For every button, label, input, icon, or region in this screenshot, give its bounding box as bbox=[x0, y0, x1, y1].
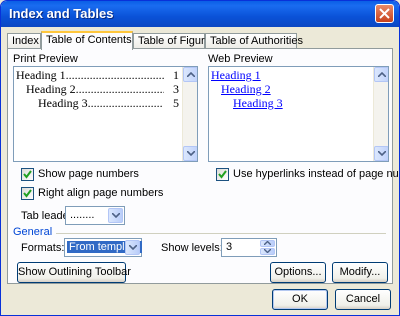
web-preview-link[interactable]: Heading 3 bbox=[233, 96, 283, 111]
spin-down-button[interactable] bbox=[260, 248, 275, 255]
chevron-down-icon bbox=[129, 245, 137, 250]
print-preview-label: Print Preview bbox=[13, 53, 78, 65]
formats-select[interactable]: From template bbox=[64, 238, 142, 257]
close-icon bbox=[379, 8, 390, 19]
print-preview-box: Heading 1...............................… bbox=[13, 66, 198, 162]
checkmark-icon bbox=[23, 189, 32, 198]
close-button[interactable] bbox=[375, 4, 394, 23]
dropdown-button[interactable] bbox=[108, 208, 123, 223]
options-button[interactable]: Options... bbox=[270, 262, 326, 283]
web-preview-link[interactable]: Heading 1 bbox=[211, 68, 261, 83]
show-levels-spinner[interactable]: 3 bbox=[221, 238, 277, 257]
chevron-down-icon bbox=[378, 151, 386, 156]
show-page-numbers-checkbox[interactable] bbox=[21, 168, 34, 181]
print-preview-line: Heading 1...............................… bbox=[16, 68, 179, 82]
chevron-up-icon bbox=[264, 241, 271, 245]
formats-label: Formats: bbox=[21, 242, 65, 254]
chevron-down-icon bbox=[112, 213, 120, 218]
checkmark-icon bbox=[218, 170, 227, 179]
print-preview-scrollbar[interactable] bbox=[182, 67, 197, 161]
title-bar[interactable]: Index and Tables bbox=[1, 1, 399, 27]
web-preview-scrollbar[interactable] bbox=[373, 67, 388, 161]
right-align-label[interactable]: Right align page numbers bbox=[38, 187, 163, 199]
tab-index[interactable]: Index bbox=[7, 33, 41, 49]
checkmark-icon bbox=[23, 170, 32, 179]
tab-leader-select[interactable]: ........ bbox=[65, 206, 125, 225]
web-preview-box: Heading 1 Heading 2 Heading 3 bbox=[208, 66, 389, 162]
tab-table-of-authorities[interactable]: Table of Authorities bbox=[205, 33, 303, 49]
spin-up-button[interactable] bbox=[260, 240, 275, 247]
tab-table-of-figures[interactable]: Table of Figures bbox=[133, 33, 216, 49]
show-page-numbers-label[interactable]: Show page numbers bbox=[38, 168, 139, 180]
dropdown-button[interactable] bbox=[125, 240, 140, 255]
right-align-checkbox[interactable] bbox=[21, 187, 34, 200]
chevron-up-icon bbox=[378, 72, 386, 77]
chevron-down-icon bbox=[187, 151, 195, 156]
chevron-up-icon bbox=[187, 72, 195, 77]
web-preview-link[interactable]: Heading 2 bbox=[221, 82, 271, 97]
dialog-title: Index and Tables bbox=[9, 6, 114, 21]
general-group-label: General bbox=[13, 226, 53, 238]
tab-table-of-contents[interactable]: Table of Contents bbox=[41, 31, 133, 50]
scroll-up-button[interactable] bbox=[183, 67, 197, 82]
scroll-down-button[interactable] bbox=[183, 146, 197, 161]
show-outlining-toolbar-button[interactable]: Show Outlining Toolbar bbox=[17, 262, 131, 283]
group-divider bbox=[56, 233, 386, 234]
modify-button[interactable]: Modify... bbox=[332, 262, 388, 283]
ok-button[interactable]: OK bbox=[272, 289, 328, 310]
web-preview-label: Web Preview bbox=[208, 53, 273, 65]
dialog-window: Index and Tables Index Table of Contents… bbox=[0, 0, 400, 316]
print-preview-line: Heading 3...............................… bbox=[38, 96, 179, 110]
scroll-down-button[interactable] bbox=[374, 146, 388, 161]
cancel-button[interactable]: Cancel bbox=[335, 289, 391, 310]
use-hyperlinks-label[interactable]: Use hyperlinks instead of page numbers bbox=[233, 168, 399, 180]
use-hyperlinks-checkbox[interactable] bbox=[216, 168, 229, 181]
show-levels-label: Show levels: bbox=[161, 242, 223, 254]
print-preview-line: Heading 2...............................… bbox=[26, 82, 179, 96]
scroll-up-button[interactable] bbox=[374, 67, 388, 82]
tab-panel: Print Preview Heading 1.................… bbox=[7, 48, 399, 284]
chevron-down-icon bbox=[264, 249, 271, 253]
